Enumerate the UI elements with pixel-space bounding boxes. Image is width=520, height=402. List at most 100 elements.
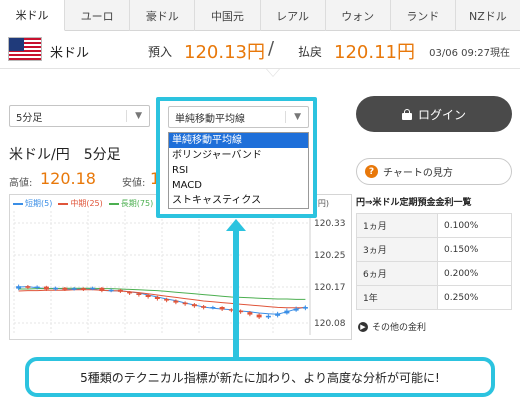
rate-value: 0.200% bbox=[437, 261, 512, 286]
chart-guide-label: チャートの見方 bbox=[383, 168, 453, 179]
candle-body bbox=[145, 295, 151, 297]
tab-usd[interactable]: 米ドル bbox=[0, 0, 66, 31]
candle-body bbox=[25, 286, 31, 288]
login-button[interactable]: ログイン bbox=[356, 96, 512, 132]
indicator-option-macd[interactable]: MACD bbox=[169, 178, 308, 193]
candle-body bbox=[219, 307, 225, 310]
candle-body bbox=[108, 289, 114, 291]
table-row: 1ヵ月 0.100% bbox=[356, 213, 512, 238]
arrow-right-icon: ▶ bbox=[358, 321, 368, 332]
tab-zar[interactable]: ランド bbox=[391, 0, 456, 31]
legend-swatch-mid bbox=[58, 202, 69, 205]
chart-title: 米ドル/円 5分足 bbox=[9, 147, 121, 163]
candle-body bbox=[201, 306, 207, 308]
indicator-dropdown: 単純移動平均線 ボリンジャーバンド RSI MACD ストキャスティクス bbox=[168, 132, 309, 209]
candle-body bbox=[43, 286, 49, 290]
candle-body bbox=[127, 291, 133, 294]
pair-name: 米ドル bbox=[50, 46, 90, 61]
y-tick-label: 120.25 bbox=[314, 251, 346, 261]
buy-rate: 120.13円 bbox=[184, 42, 265, 63]
y-tick-label: 120.08 bbox=[314, 319, 346, 329]
lock-icon bbox=[401, 108, 412, 120]
rate-value: 0.100% bbox=[437, 213, 512, 238]
rate-separator: / bbox=[268, 38, 275, 59]
candle-body bbox=[191, 304, 197, 307]
indicator-highlight: 単純移動平均線 ▼ 単純移動平均線 ボリンジャーバンド RSI MACD ストキ… bbox=[156, 97, 317, 218]
legend-label-short: 短期(5) bbox=[25, 199, 53, 208]
tab-nzd[interactable]: NZドル bbox=[456, 0, 520, 31]
chevron-down-icon: ▼ bbox=[294, 112, 301, 122]
candle-body bbox=[136, 293, 142, 295]
candle-body bbox=[16, 286, 22, 289]
question-icon: ? bbox=[365, 165, 378, 178]
interval-select-value: 5分足 bbox=[16, 112, 43, 124]
legend-label-mid: 中期(25) bbox=[70, 199, 103, 208]
us-flag-icon bbox=[8, 37, 42, 61]
candle-body bbox=[154, 297, 160, 299]
rate-value: 0.150% bbox=[437, 237, 512, 262]
candle-body bbox=[210, 307, 216, 308]
candle-body bbox=[302, 307, 308, 309]
candle-body bbox=[99, 287, 105, 291]
candle-body bbox=[173, 300, 179, 303]
candle-body bbox=[256, 314, 262, 318]
indicator-select-value: 単純移動平均線 bbox=[175, 113, 245, 125]
feature-callout: 5種類のテクニカル指標が新たに加わり、より高度な分析が可能に! bbox=[25, 357, 495, 397]
currency-tabs: 米ドル ユーロ 豪ドル 中国元 レアル ウォン ランド NZドル bbox=[0, 0, 520, 31]
tab-cny[interactable]: 中国元 bbox=[195, 0, 261, 31]
candle-body bbox=[62, 287, 68, 290]
legend-item-long: 長期(75) bbox=[108, 198, 154, 209]
callout-connector bbox=[233, 230, 239, 358]
candle-body bbox=[71, 288, 77, 290]
rate-term: 1ヵ月 bbox=[356, 213, 438, 238]
tab-aud[interactable]: 豪ドル bbox=[130, 0, 196, 31]
candle-body bbox=[117, 289, 123, 292]
chart-guide-button[interactable]: ? チャートの見方 bbox=[356, 158, 512, 185]
tab-eur[interactable]: ユーロ bbox=[65, 0, 131, 31]
indicator-option-sma[interactable]: 単純移動平均線 bbox=[169, 133, 308, 148]
indicator-option-stochastics[interactable]: ストキャスティクス bbox=[169, 193, 308, 208]
candle-body bbox=[80, 288, 86, 290]
legend-label-long: 長期(75) bbox=[120, 199, 154, 208]
legend-swatch-long bbox=[108, 202, 119, 205]
select-divider bbox=[285, 111, 286, 123]
rate-header: 米ドル 預入 120.13円 / 払戻 120.11円 03/06 09:27現… bbox=[0, 31, 520, 69]
low-label: 安値: bbox=[122, 178, 146, 189]
candle-body bbox=[293, 308, 299, 311]
y-tick-label: 120.17 bbox=[314, 283, 346, 293]
y-tick-label: 120.33 bbox=[314, 219, 346, 229]
select-divider bbox=[126, 110, 127, 122]
login-button-label: ログイン bbox=[417, 107, 466, 122]
tab-krw[interactable]: ウォン bbox=[326, 0, 391, 31]
candle-body bbox=[34, 286, 40, 288]
candle-body bbox=[164, 299, 170, 301]
indicator-select[interactable]: 単純移動平均線 ▼ bbox=[168, 106, 309, 128]
other-rates-link[interactable]: ▶ その他の金利 bbox=[358, 320, 426, 333]
table-row: 3ヵ月 0.150% bbox=[356, 237, 512, 262]
rates-title: 円⇒米ドル定期預金金利一覧 bbox=[356, 198, 472, 208]
updated-time: 03/06 09:27現在 bbox=[429, 48, 510, 59]
header-pointer-fill bbox=[267, 69, 279, 76]
callout-text: 5種類のテクニカル指標が新たに加わり、より高度な分析が可能に! bbox=[80, 370, 440, 385]
candle-body bbox=[182, 302, 188, 305]
sell-rate: 120.11円 bbox=[334, 42, 415, 63]
rate-term: 6ヵ月 bbox=[356, 261, 438, 286]
chevron-down-icon: ▼ bbox=[135, 111, 142, 121]
high-value: 120.18 bbox=[40, 169, 96, 188]
rate-value: 0.250% bbox=[437, 285, 512, 310]
candle-body bbox=[53, 287, 59, 290]
sell-label: 払戻 bbox=[298, 45, 323, 59]
legend-item-short: 短期(5) bbox=[13, 198, 52, 209]
legend-swatch-short bbox=[13, 202, 23, 205]
indicator-option-rsi[interactable]: RSI bbox=[169, 163, 308, 178]
table-row: 1年 0.250% bbox=[356, 285, 512, 310]
table-row: 6ヵ月 0.200% bbox=[356, 261, 512, 286]
interval-select[interactable]: 5分足 ▼ bbox=[9, 105, 150, 127]
candle-body bbox=[275, 313, 281, 316]
other-rates-label: その他の金利 bbox=[372, 323, 427, 333]
indicator-option-bollinger[interactable]: ボリンジャーバンド bbox=[169, 148, 308, 163]
buy-label: 預入 bbox=[148, 45, 173, 59]
candle-body bbox=[90, 287, 96, 290]
rate-term: 3ヵ月 bbox=[356, 237, 438, 262]
tab-brl[interactable]: レアル bbox=[261, 0, 326, 31]
